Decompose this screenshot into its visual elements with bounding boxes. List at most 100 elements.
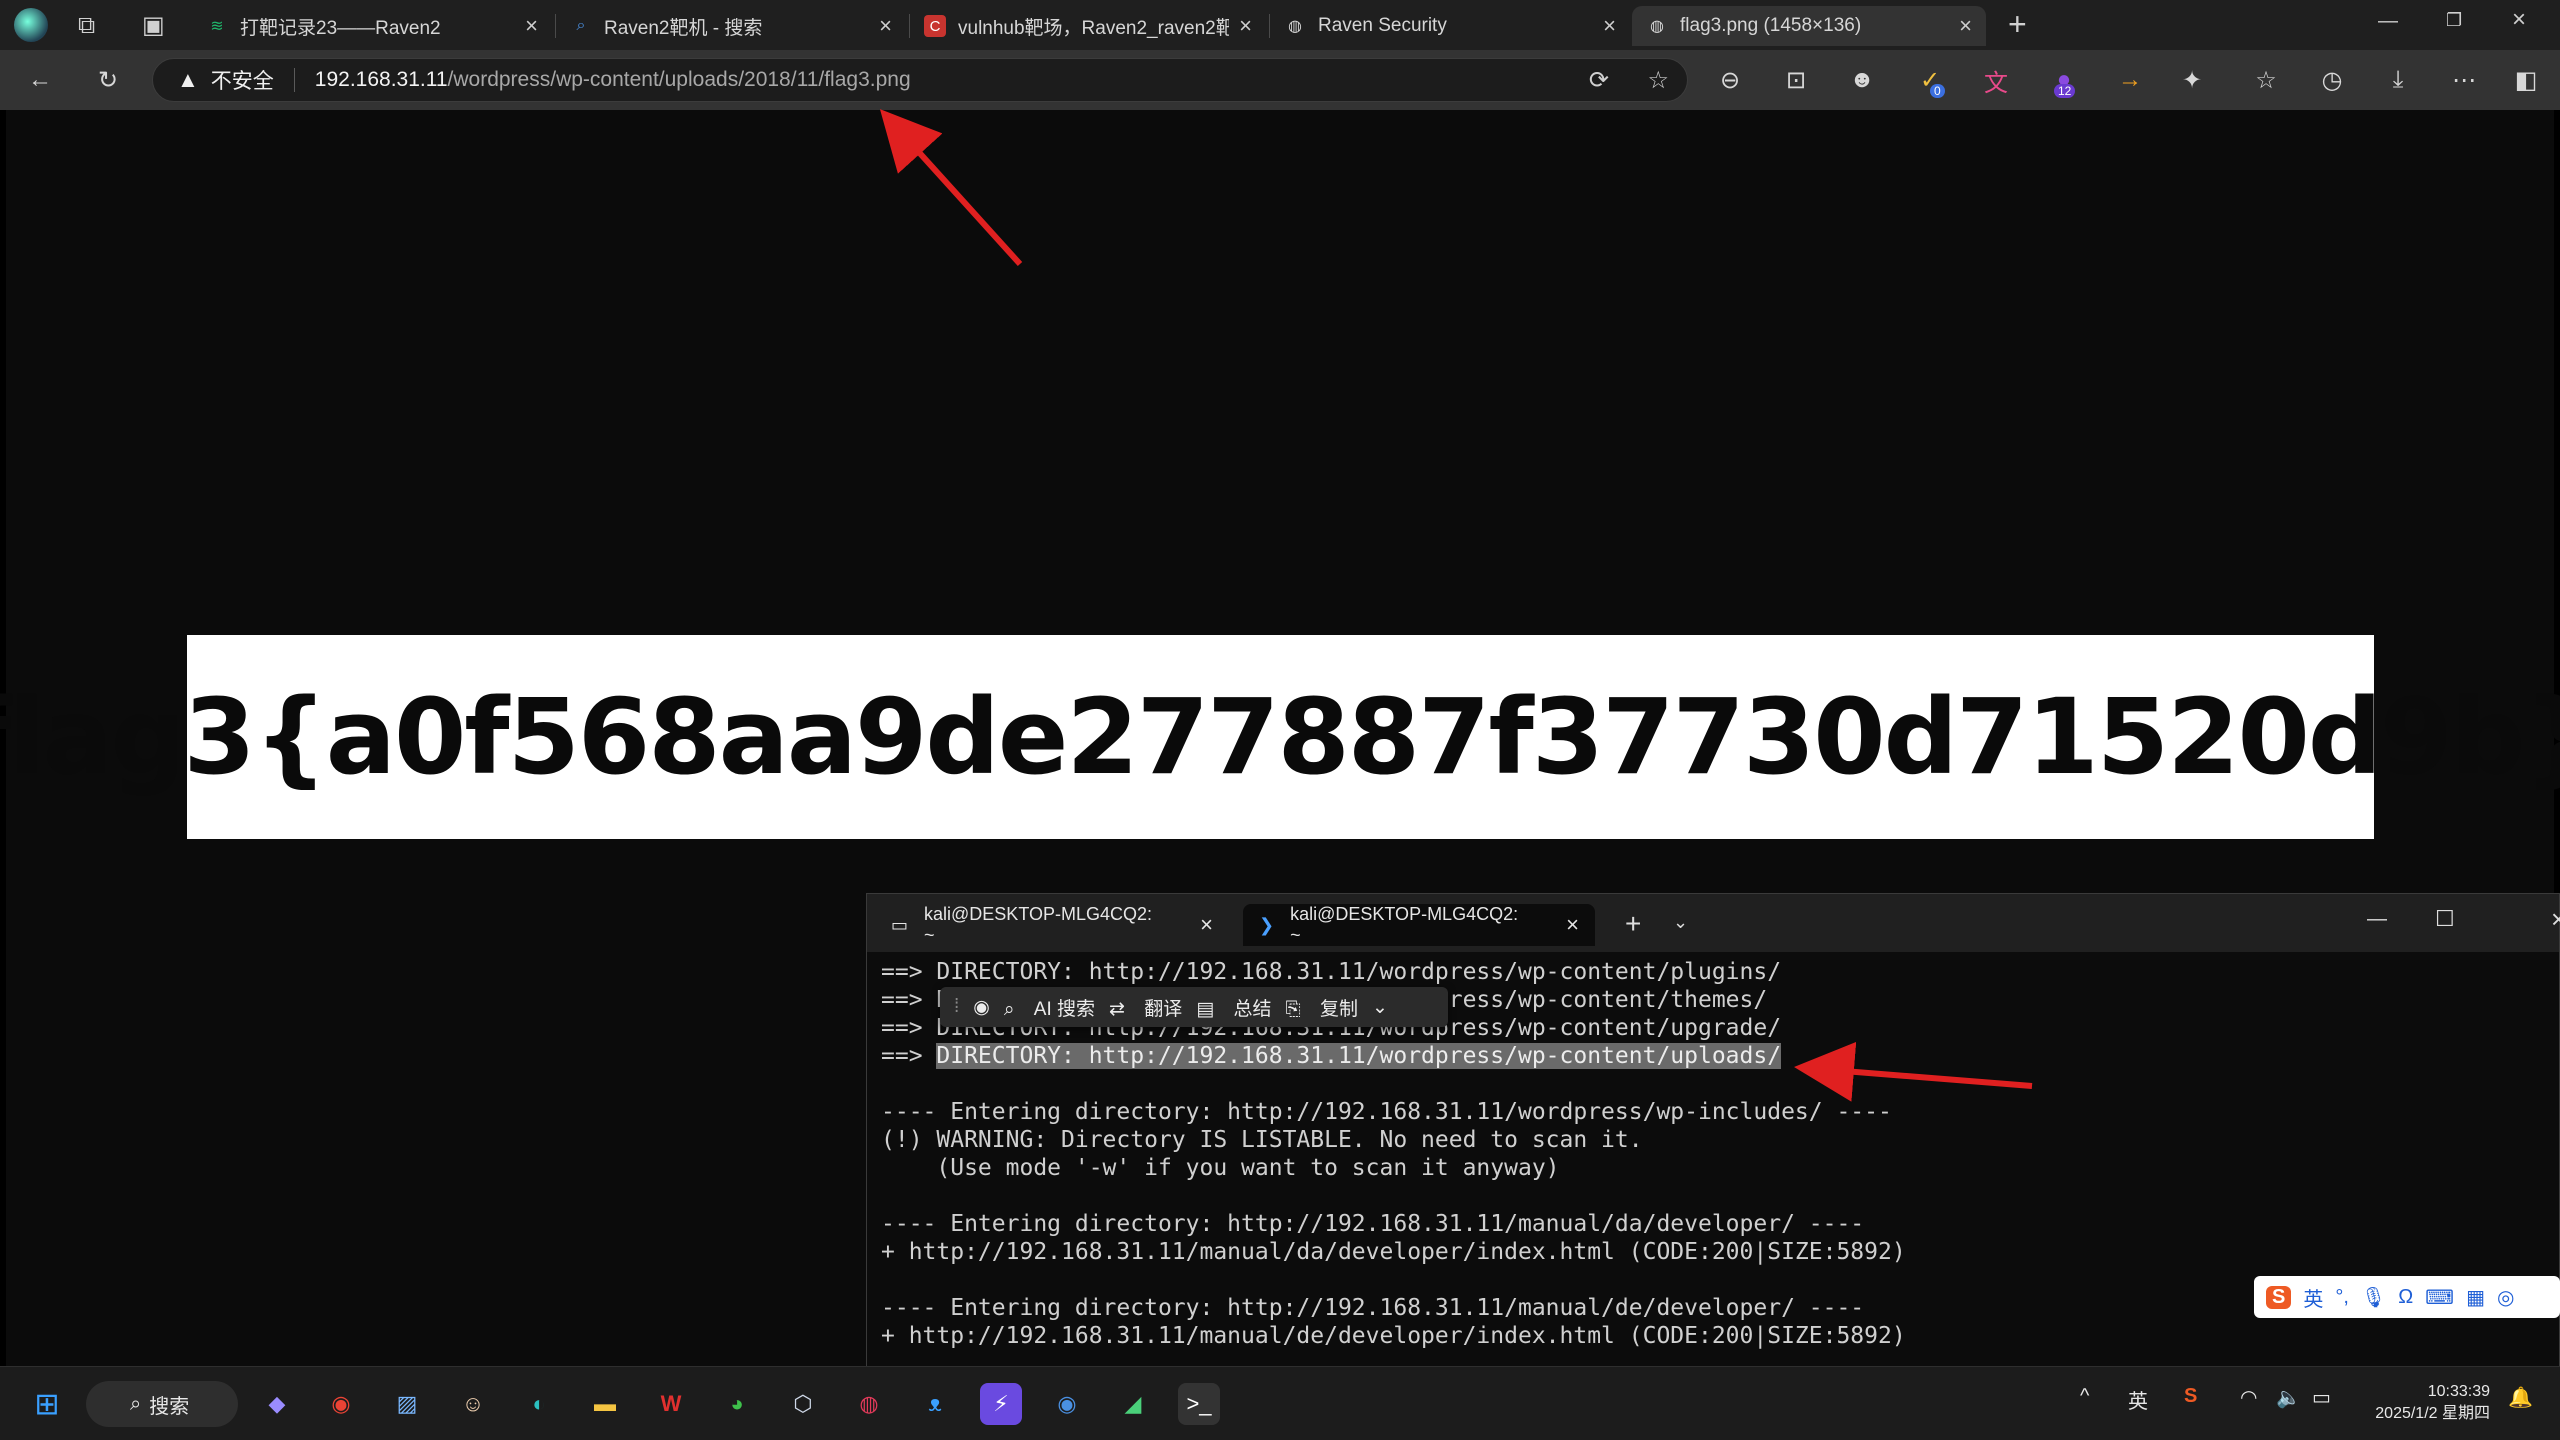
close-icon[interactable]: × <box>1959 13 1972 39</box>
favorites-icon[interactable]: ☆ <box>2250 64 2282 96</box>
tab-4-active[interactable]: ◍ flag3.png (1458×136) × <box>1632 6 1986 46</box>
history-icon[interactable]: ◷ <box>2316 64 2348 96</box>
app-crystal-icon[interactable]: ◆ <box>256 1383 298 1425</box>
globe-icon: ◍ <box>1288 18 1302 35</box>
insecure-label[interactable]: 不安全 <box>211 65 274 95</box>
more-menu-icon[interactable]: ⋯ <box>2448 64 2480 96</box>
restore-icon[interactable]: ❐ <box>2446 10 2462 31</box>
minimize-icon[interactable]: — <box>2378 10 2398 33</box>
browser-tab-strip: ⧉ ▣ ≋ 打靶记录23——Raven2 × ⌕ Raven2靶机 - 搜索 ×… <box>0 0 2560 50</box>
skin-icon[interactable]: ◎ <box>2497 1285 2514 1310</box>
ime-punct-toggle[interactable]: °, <box>2335 1286 2349 1309</box>
clock[interactable]: 10:33:39 2025/1/2 星期四 <box>2350 1381 2490 1425</box>
app-sun-icon[interactable]: ◢ <box>1112 1383 1154 1425</box>
edge-icon[interactable]: ◐ <box>518 1383 560 1425</box>
virtualbox-icon[interactable]: ⬡ <box>782 1383 824 1425</box>
wifi-icon[interactable]: ◠ <box>2240 1385 2257 1410</box>
new-terminal-tab-icon[interactable]: + <box>1625 908 1641 940</box>
refresh-icon[interactable]: ↻ <box>92 64 124 96</box>
tab-3[interactable]: ◍ Raven Security × <box>1270 6 1630 46</box>
close-window-icon[interactable]: × <box>2551 904 2560 935</box>
close-window-icon[interactable]: × <box>2512 6 2526 34</box>
copy-button[interactable]: ⎘ 复制 <box>1286 994 1359 1021</box>
terminal-tab-0[interactable]: ▭ kali@DESKTOP-MLG4CQ2: ~ × <box>875 904 1229 946</box>
close-icon[interactable]: × <box>1200 912 1213 938</box>
taskbar-search[interactable]: ⌕ 搜索 <box>86 1381 238 1427</box>
address-bar[interactable]: ▲ 不安全 192.168.31.11 /wordpress/wp-conten… <box>152 58 1688 102</box>
wechat-icon[interactable]: ◕ <box>716 1383 758 1425</box>
sogou-tray-icon[interactable]: S <box>2184 1385 2197 1408</box>
notification-bell-icon[interactable]: 🔔 <box>2508 1385 2533 1410</box>
new-tab-icon[interactable]: + <box>2008 6 2027 43</box>
tab-title: 打靶记录23——Raven2 <box>240 17 441 39</box>
photos-icon[interactable]: ▨ <box>386 1383 428 1425</box>
battery-icon[interactable]: ▭ <box>2312 1385 2331 1410</box>
selected-text: DIRECTORY: http://192.168.31.11/wordpres… <box>936 1043 1782 1069</box>
ime-toolbar: S 英 °, 🎙 Ω ⌨ ▦ ◎ <box>2254 1276 2560 1318</box>
drag-handle-icon[interactable]: ⁞ <box>954 996 959 1018</box>
terminal-line: ---- Entering directory: http://192.168.… <box>881 1211 1865 1237</box>
extension-translate-icon[interactable]: 文 <box>1980 64 2012 97</box>
app-cat-icon[interactable]: ᴥ <box>914 1383 956 1425</box>
extension-owl-icon[interactable]: ☻ <box>1846 64 1878 96</box>
chrome-alt-icon[interactable]: ◉ <box>1046 1383 1088 1425</box>
omega-icon[interactable]: Ω <box>2398 1286 2413 1309</box>
terminal-tab-1-active[interactable]: ❯ kali@DESKTOP-MLG4CQ2: ~ × <box>1243 904 1595 946</box>
microphone-icon[interactable]: 🎙 <box>2361 1285 2386 1310</box>
chevron-down-icon[interactable]: ⌄ <box>1673 912 1688 933</box>
translate-button[interactable]: ⇄ 翻译 <box>1109 994 1182 1021</box>
search-icon: ⌕ <box>130 1392 142 1415</box>
browser-profile-icon[interactable] <box>14 8 48 42</box>
tab-1[interactable]: ⌕ Raven2靶机 - 搜索 × <box>556 6 906 46</box>
maximize-icon[interactable]: ☐ <box>2435 906 2455 932</box>
globe-icon: ◍ <box>1650 18 1664 35</box>
start-windows-icon[interactable]: ⊞ <box>26 1383 68 1425</box>
tab-0[interactable]: ≋ 打靶记录23——Raven2 × <box>192 6 552 46</box>
chevron-down-icon[interactable]: ⌄ <box>1372 996 1388 1019</box>
tray-chevron-icon[interactable]: ^ <box>2080 1385 2089 1408</box>
summary-button[interactable]: ▤ 总结 <box>1196 994 1271 1021</box>
chrome-icon[interactable]: ◉ <box>320 1383 362 1425</box>
reader-icon[interactable]: ⟳ <box>1589 66 1609 95</box>
zoom-out-icon[interactable]: ⊖ <box>1714 64 1746 96</box>
sogou-logo-icon[interactable]: S <box>2266 1285 2292 1309</box>
tab-title: Raven Security <box>1318 15 1447 36</box>
keyboard-icon[interactable]: ⌨ <box>2425 1285 2454 1310</box>
ime-lang-toggle[interactable]: 英 <box>2303 1283 2323 1312</box>
close-icon[interactable]: × <box>525 13 538 39</box>
wps-icon[interactable]: W <box>650 1383 692 1425</box>
close-icon[interactable]: × <box>1239 13 1252 39</box>
minimize-icon[interactable]: — <box>2367 908 2387 931</box>
ai-search-button[interactable]: ⌕ AI 搜索 <box>1004 994 1095 1021</box>
tray-lang[interactable]: 英 <box>2128 1385 2148 1414</box>
download-icon[interactable]: ⤓ <box>2382 64 2414 96</box>
csdn-icon: C <box>924 15 946 37</box>
close-icon[interactable]: × <box>1603 13 1616 39</box>
terminal-app-icon[interactable]: >_ <box>1178 1383 1220 1425</box>
immersive-reader-icon[interactable]: ⊡ <box>1780 64 1812 96</box>
extensions-puzzle-icon[interactable]: ✦ <box>2176 64 2208 96</box>
file-explorer-icon[interactable]: ▬ <box>584 1383 626 1425</box>
close-icon[interactable]: × <box>1566 912 1579 938</box>
tab-2[interactable]: C vulnhub靶场，Raven2_raven2靶机 × <box>910 6 1266 46</box>
grid-icon[interactable]: ▦ <box>2466 1285 2485 1310</box>
extension-amazon-icon[interactable]: → <box>2114 64 2146 96</box>
app-red-icon[interactable]: ◍ <box>848 1383 890 1425</box>
volume-icon[interactable]: 🔈 <box>2276 1385 2301 1410</box>
app-bolt-icon[interactable]: ⚡ <box>980 1383 1022 1425</box>
vertical-tabs-icon[interactable]: ▣ <box>142 11 165 40</box>
app-avatar-icon[interactable]: ☺ <box>452 1383 494 1425</box>
terminal-line: (Use mode '-w' if you want to scan it an… <box>881 1155 1560 1181</box>
close-icon[interactable]: × <box>879 13 892 39</box>
url-host: 192.168.31.11 <box>314 68 448 91</box>
workspaces-icon[interactable]: ⧉ <box>78 12 95 40</box>
favorite-star-icon[interactable]: ☆ <box>1647 66 1669 95</box>
assistant-avatar-icon[interactable]: ◉ <box>973 996 990 1019</box>
tab-title: flag3.png (1458×136) <box>1680 15 1862 36</box>
terminal-line: (!) WARNING: Directory IS LISTABLE. No n… <box>881 1127 1643 1153</box>
terminal-line: ==> DIRECTORY: http://192.168.31.11/word… <box>881 959 1782 985</box>
back-icon[interactable]: ← <box>24 64 56 96</box>
sidebar-toggle-icon[interactable]: ◧ <box>2510 64 2542 96</box>
